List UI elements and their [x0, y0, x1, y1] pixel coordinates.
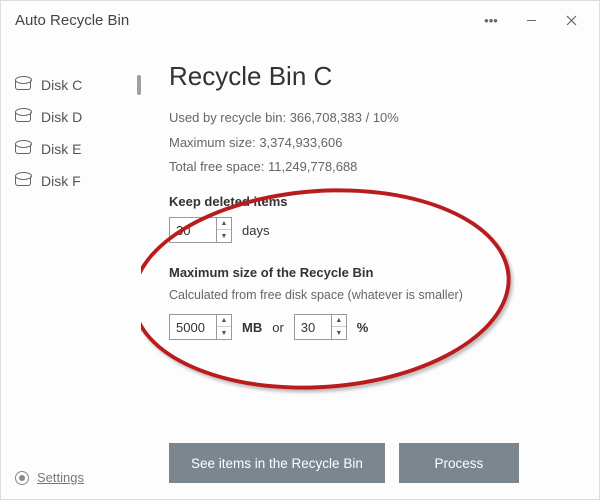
- sidebar-item-label: Disk E: [41, 141, 81, 157]
- page-title: Recycle Bin C: [169, 61, 581, 92]
- max-size-mb-stepper[interactable]: ▲▼: [169, 314, 232, 340]
- sidebar-item-disk-d[interactable]: Disk D: [1, 101, 141, 133]
- keep-items-label: Keep deleted items: [169, 194, 581, 209]
- sidebar-item-disk-f[interactable]: Disk F: [1, 165, 141, 197]
- stats-block: Used by recycle bin: 366,708,383 / 10% M…: [169, 106, 581, 180]
- stepper-down-icon[interactable]: ▼: [217, 230, 231, 242]
- disk-icon: [15, 80, 31, 90]
- main-panel: Recycle Bin C Used by recycle bin: 366,7…: [141, 39, 599, 499]
- close-icon: [566, 15, 577, 26]
- app-window: Auto Recycle Bin ••• Disk C Disk D Disk …: [0, 0, 600, 500]
- disk-icon: [15, 112, 31, 122]
- stepper-up-icon[interactable]: ▲: [217, 218, 231, 230]
- stepper-up-icon[interactable]: ▲: [217, 315, 231, 327]
- settings-link[interactable]: Settings: [37, 470, 84, 485]
- disk-icon: [15, 144, 31, 154]
- sidebar-footer: Settings: [1, 456, 141, 499]
- or-label: or: [272, 320, 284, 335]
- max-size-pct-stepper[interactable]: ▲▼: [294, 314, 347, 340]
- keep-days-input[interactable]: [170, 218, 216, 242]
- close-button[interactable]: [551, 5, 591, 35]
- stepper-down-icon[interactable]: ▼: [332, 327, 346, 339]
- free-value: 11,249,778,688: [268, 159, 357, 174]
- max-size-label: Maximum size of the Recycle Bin: [169, 265, 581, 280]
- used-value: 366,708,383 / 10%: [290, 110, 399, 125]
- sidebar-item-disk-c[interactable]: Disk C: [1, 69, 141, 101]
- mb-unit: MB: [242, 320, 262, 335]
- sidebar-item-label: Disk C: [41, 77, 82, 93]
- minimize-button[interactable]: [511, 5, 551, 35]
- more-button[interactable]: •••: [471, 5, 511, 35]
- pct-unit: %: [357, 320, 369, 335]
- max-value: 3,374,933,606: [259, 135, 342, 150]
- sidebar: Disk C Disk D Disk E Disk F Settings: [1, 39, 141, 499]
- days-unit: days: [242, 223, 269, 238]
- title-bar: Auto Recycle Bin •••: [1, 1, 599, 39]
- see-items-button[interactable]: See items in the Recycle Bin: [169, 443, 385, 483]
- sidebar-item-disk-e[interactable]: Disk E: [1, 133, 141, 165]
- window-title: Auto Recycle Bin: [15, 12, 129, 29]
- sidebar-item-label: Disk D: [41, 109, 82, 125]
- keep-days-stepper[interactable]: ▲▼: [169, 217, 232, 243]
- free-label: Total free space:: [169, 159, 264, 174]
- gear-icon: [15, 471, 29, 485]
- sidebar-item-label: Disk F: [41, 173, 81, 189]
- max-size-subtext: Calculated from free disk space (whateve…: [169, 288, 581, 302]
- process-button[interactable]: Process: [399, 443, 519, 483]
- minimize-icon: [526, 15, 537, 26]
- max-label: Maximum size:: [169, 135, 256, 150]
- stepper-down-icon[interactable]: ▼: [217, 327, 231, 339]
- max-size-mb-input[interactable]: [170, 315, 216, 339]
- disk-icon: [15, 176, 31, 186]
- ellipsis-icon: •••: [484, 13, 498, 28]
- stepper-up-icon[interactable]: ▲: [332, 315, 346, 327]
- used-label: Used by recycle bin:: [169, 110, 286, 125]
- max-size-pct-input[interactable]: [295, 315, 331, 339]
